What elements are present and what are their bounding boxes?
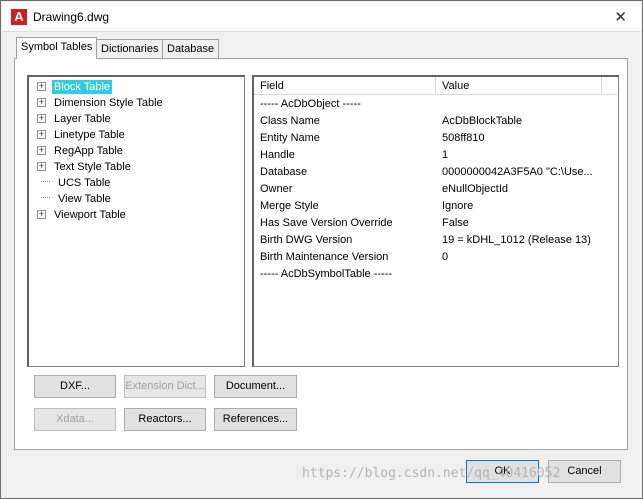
- expand-icon[interactable]: +: [37, 114, 46, 123]
- tree-item-block-table[interactable]: + Block Table: [37, 79, 113, 95]
- tree-item-ucs-table[interactable]: UCS Table: [37, 175, 112, 191]
- property-value: eNullObjectId: [442, 183, 509, 195]
- property-field: Has Save Version Override: [260, 217, 393, 229]
- tree-item-view-table[interactable]: View Table: [37, 191, 113, 207]
- tab-symbol-tables[interactable]: Symbol Tables: [16, 37, 98, 59]
- window-title: Drawing6.dwg: [33, 10, 110, 24]
- tree-item-label: Viewport Table: [54, 209, 126, 221]
- autocad-app-icon: A: [11, 9, 27, 25]
- reactors-button[interactable]: Reactors...: [124, 408, 206, 431]
- property-value: AcDbBlockTable: [442, 115, 523, 127]
- property-field: ----- AcDbSymbolTable -----: [260, 268, 393, 280]
- tree-item-linetype-table[interactable]: + Linetype Table: [37, 127, 127, 143]
- tab-dictionaries[interactable]: Dictionaries: [96, 39, 164, 59]
- property-field: Database: [260, 166, 308, 178]
- tree-item-label: Dimension Style Table: [54, 97, 163, 109]
- tree-item-label: RegApp Table: [54, 145, 123, 157]
- symbol-table-tree[interactable]: + Block Table + Dimension Style Table + Lay…: [27, 75, 245, 367]
- watermark-text: https://blog.csdn.net/qq_40416052: [302, 466, 561, 481]
- tree-item-layer-table[interactable]: + Layer Table: [37, 111, 113, 127]
- tree-item-label: Layer Table: [54, 113, 111, 125]
- close-icon[interactable]: ✕: [614, 8, 627, 26]
- tree-item-label: Linetype Table: [54, 129, 125, 141]
- properties-header: Field Value: [254, 77, 617, 95]
- property-value: 19 = kDHL_1012 (Release 13): [442, 234, 591, 246]
- tree-item-viewport-table[interactable]: + Viewport Table: [37, 207, 128, 223]
- property-field: Entity Name: [260, 132, 320, 144]
- tree-item-text-style-table[interactable]: + Text Style Table: [37, 159, 133, 175]
- property-field: Birth Maintenance Version: [260, 251, 389, 263]
- column-header-value[interactable]: Value: [442, 80, 469, 92]
- title-bar[interactable]: A Drawing6.dwg ✕: [2, 2, 641, 32]
- extension-dict-button[interactable]: Extension Dict...: [124, 375, 206, 398]
- property-value: 508ff810: [442, 132, 485, 144]
- column-separator[interactable]: [601, 77, 602, 95]
- tab-database[interactable]: Database: [162, 39, 220, 59]
- references-button[interactable]: References...: [214, 408, 297, 431]
- property-field: Birth DWG Version: [260, 234, 353, 246]
- column-separator[interactable]: [435, 77, 436, 95]
- property-field: ----- AcDbObject -----: [260, 98, 361, 110]
- tree-item-label: View Table: [58, 193, 111, 205]
- tree-item-dimension-style-table[interactable]: + Dimension Style Table: [37, 95, 165, 111]
- property-value: Ignore: [442, 200, 474, 212]
- property-value: False: [442, 217, 469, 229]
- property-value: 0: [442, 251, 449, 263]
- property-field: Class Name: [260, 115, 320, 127]
- expand-icon[interactable]: +: [37, 162, 46, 171]
- xdata-button[interactable]: Xdata...: [34, 408, 116, 431]
- expand-icon[interactable]: +: [37, 98, 46, 107]
- tree-item-label: Block Table: [52, 80, 113, 94]
- property-field: Owner: [260, 183, 293, 195]
- expand-icon[interactable]: +: [37, 82, 46, 91]
- property-value: 1: [442, 149, 449, 161]
- property-value: 0000000042A3F5A0 "C:\Use...: [442, 166, 593, 178]
- expand-icon[interactable]: +: [37, 210, 46, 219]
- expand-icon[interactable]: +: [37, 146, 46, 155]
- dxf-button[interactable]: DXF...: [34, 375, 116, 398]
- expand-icon[interactable]: +: [37, 130, 46, 139]
- tree-item-regapp-table[interactable]: + RegApp Table: [37, 143, 125, 159]
- document-button[interactable]: Document...: [214, 375, 297, 398]
- properties-list[interactable]: Field Value ----- AcDbObject ----- Class…: [252, 75, 619, 367]
- tree-connector-line: [41, 197, 50, 198]
- property-field: Handle: [260, 149, 295, 161]
- property-field: Merge Style: [260, 200, 319, 212]
- tree-item-label: Text Style Table: [54, 161, 131, 173]
- column-header-field[interactable]: Field: [260, 80, 284, 92]
- tree-connector-line: [41, 181, 50, 182]
- tree-item-label: UCS Table: [58, 177, 111, 189]
